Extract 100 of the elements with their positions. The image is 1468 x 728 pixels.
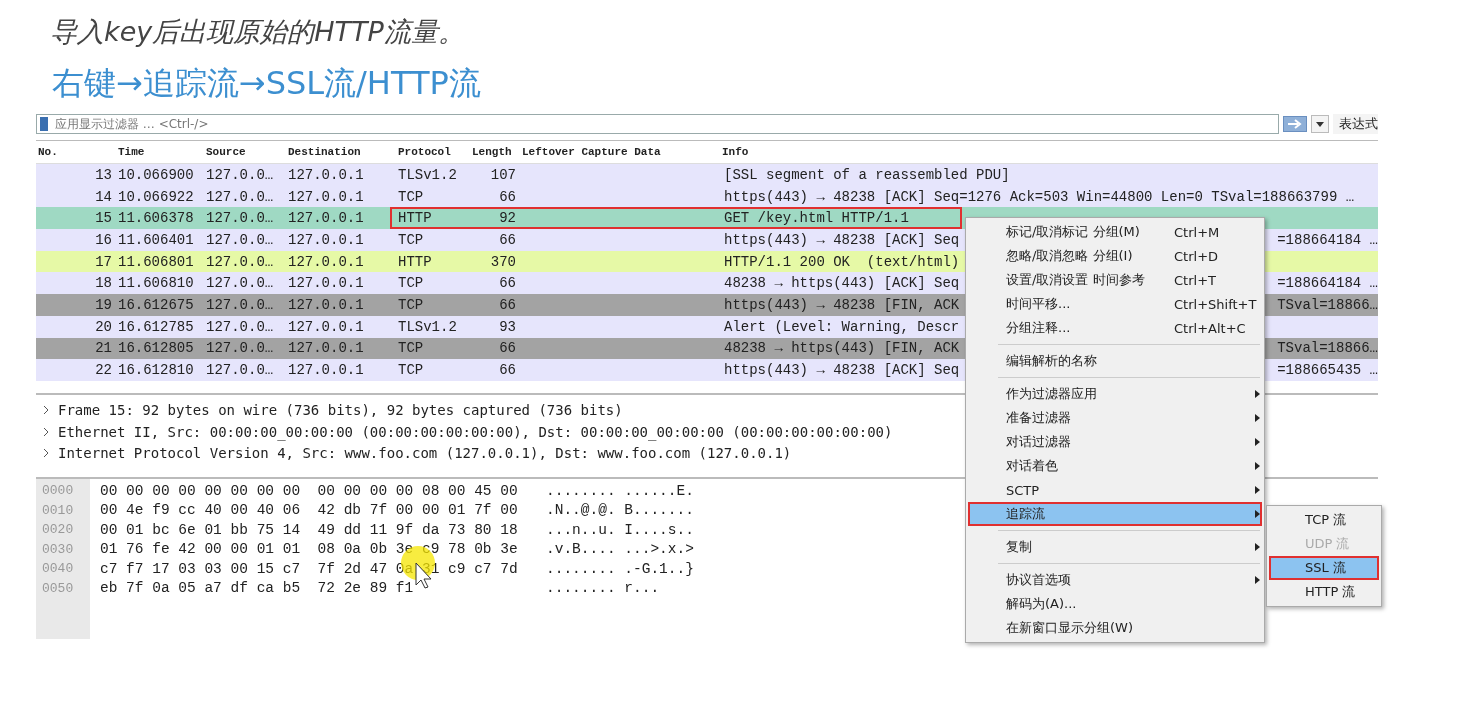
column-header[interactable]: Protocol bbox=[396, 146, 470, 158]
table-cell-text: 66 bbox=[498, 231, 517, 248]
table-cell-text: 127.0.0… bbox=[205, 340, 275, 357]
menu-item[interactable]: 对话过滤器 bbox=[968, 430, 1262, 454]
table-cell-text: 93 bbox=[498, 318, 517, 335]
byte-offset: 0000 bbox=[41, 482, 75, 501]
menu-item[interactable]: TCP 流 bbox=[1269, 508, 1379, 532]
menu-item[interactable]: 对话着色 bbox=[968, 454, 1262, 478]
menu-item[interactable]: 协议首选项 bbox=[968, 568, 1262, 592]
submenu-arrow-icon bbox=[1255, 390, 1260, 398]
table-cell-text: 127.0.0.1 bbox=[287, 296, 365, 313]
submenu-arrow-icon bbox=[1255, 543, 1260, 551]
byte-offset: 0030 bbox=[41, 540, 75, 559]
table-cell-text: 16.612785 bbox=[117, 318, 195, 335]
table-cell-text: 14 bbox=[94, 188, 113, 205]
table-cell-text: 127.0.0.1 bbox=[287, 318, 365, 335]
table-cell-text: 127.0.0… bbox=[205, 166, 275, 183]
table-cell-text: 370 bbox=[489, 253, 517, 270]
detail-line[interactable]: Internet Protocol Version 4, Src: www.foo.com (127.0.0.1), Dst: www.foo.com (127.0.0.1) bbox=[58, 445, 792, 462]
slide-subheading: 右键→追踪流→SSL流/HTTP流 bbox=[52, 63, 481, 104]
table-cell-text: TLSv1.2 bbox=[397, 318, 458, 335]
display-filter-field[interactable]: 应用显示过滤器 … <Ctrl-/> bbox=[36, 114, 1279, 134]
hex-bytes: 00 00 00 00 00 00 00 00 00 00 00 00 08 00 45 00 bbox=[100, 482, 519, 499]
hex-bytes: 01 76 fe 42 00 00 01 01 08 0a 0b 3e c9 78 0b 3e bbox=[100, 541, 519, 558]
packet-row[interactable]: 13 10.066900 127.0.0… 127.0.0.1 TLSv1.2 107 [SSL segment of a reassembled PDU] bbox=[36, 164, 1378, 186]
filter-history-dropdown[interactable] bbox=[1311, 115, 1329, 133]
table-cell-text: 127.0.0… bbox=[205, 275, 275, 292]
menu-item[interactable]: 准备过滤器 bbox=[968, 406, 1262, 430]
column-header[interactable]: Source bbox=[204, 146, 286, 158]
table-cell-text: TLSv1.2 bbox=[397, 166, 458, 183]
column-header[interactable]: Length bbox=[470, 146, 520, 158]
table-cell-text: https(443) → 48238 [FIN, ACK bbox=[723, 296, 960, 313]
table-cell-text: 66 bbox=[498, 362, 517, 379]
detail-line[interactable]: Ethernet II, Src: 00:00:00_00:00:00 (00:00:00:00:00:00), Dst: 00:00:00_00:00:00 (00:00:00:00:00:00) bbox=[58, 423, 893, 440]
table-cell-text: 16 bbox=[94, 231, 113, 248]
menu-item[interactable]: 追踪流 bbox=[968, 502, 1262, 526]
menu-item[interactable]: 在新窗口显示分组(W) bbox=[968, 616, 1262, 640]
table-cell-text: 127.0.0.1 bbox=[287, 362, 365, 379]
column-header[interactable]: Destination bbox=[286, 146, 396, 158]
menu-item[interactable]: HTTP 流 bbox=[1269, 580, 1379, 604]
packet-row[interactable]: 14 10.066922 127.0.0… 127.0.0.1 TCP 66 https(443) → 48238 [ACK] Seq=1276 Ack=503 Win=44800 Len=0 TSval=188663799 … bbox=[36, 185, 1378, 208]
table-cell-text: 66 bbox=[498, 340, 517, 357]
ascii-bytes: .N..@.@. B....... bbox=[546, 502, 694, 519]
table-cell-text: TCP bbox=[397, 231, 425, 248]
chevron-icon[interactable] bbox=[42, 427, 50, 436]
expression-button[interactable]: 表达式 bbox=[1333, 114, 1378, 134]
chevron-icon[interactable] bbox=[42, 405, 50, 414]
ascii-bytes: ...n..u. I....s.. bbox=[546, 521, 694, 538]
submenu-arrow-icon bbox=[1255, 510, 1260, 518]
bookmark-icon[interactable] bbox=[39, 117, 49, 131]
table-cell-text: 11.606810 bbox=[117, 275, 195, 292]
submenu-arrow-icon bbox=[1255, 438, 1260, 446]
table-cell-text: 13 bbox=[94, 166, 113, 183]
table-cell-text: 48238 → https(443) [FIN, ACK bbox=[723, 340, 960, 357]
table-cell-text: 127.0.0… bbox=[205, 362, 275, 379]
byte-offset: 0020 bbox=[41, 521, 75, 540]
column-header[interactable]: No. bbox=[36, 146, 116, 158]
ascii-bytes: .v.B.... ...>.x.> bbox=[546, 541, 694, 558]
table-cell-text: 10.066900 bbox=[117, 166, 195, 183]
table-cell-text: =188665435 … bbox=[1276, 362, 1378, 379]
table-cell-text: 127.0.0… bbox=[205, 253, 275, 270]
table-cell-text: https(443) → 48238 [ACK] Seq bbox=[723, 231, 960, 248]
table-cell-text: GET /key.html HTTP/1.1 bbox=[723, 210, 909, 227]
table-cell-text: 66 bbox=[498, 188, 517, 205]
table-cell-text: 20 bbox=[94, 318, 113, 335]
table-cell-text: 17 bbox=[94, 253, 113, 270]
column-header[interactable]: Leftover Capture Data bbox=[520, 146, 720, 158]
table-cell-text: 21 bbox=[94, 340, 113, 357]
ascii-bytes: ........ r... bbox=[546, 580, 660, 597]
submenu-arrow-icon bbox=[1255, 414, 1260, 422]
table-cell-text: HTTP bbox=[397, 253, 433, 270]
caret-icon bbox=[1316, 121, 1324, 127]
table-cell-text: 127.0.0.1 bbox=[287, 210, 365, 227]
table-cell-text: 127.0.0… bbox=[205, 231, 275, 248]
column-header[interactable]: Time bbox=[116, 146, 204, 158]
menu-item[interactable]: 分组注释... Ctrl+Alt+C bbox=[968, 316, 1262, 340]
table-cell-text: 127.0.0… bbox=[205, 296, 275, 313]
menu-item[interactable]: 作为过滤器应用 bbox=[968, 382, 1262, 406]
slide-heading: 导入key后出现原始的HTTP流量。 bbox=[50, 15, 465, 49]
menu-item[interactable]: 解码为(A)... bbox=[968, 592, 1262, 616]
menu-item[interactable]: 时间平移... Ctrl+Shift+T bbox=[968, 292, 1262, 316]
chevron-icon[interactable] bbox=[42, 449, 50, 458]
table-cell-text: 16.612675 bbox=[117, 296, 195, 313]
detail-line[interactable]: Frame 15: 92 bytes on wire (736 bits), 92 bytes captured (736 bits) bbox=[58, 401, 623, 418]
menu-item[interactable]: SSL 流 bbox=[1269, 556, 1379, 580]
table-cell-text: 11.606801 bbox=[117, 253, 195, 270]
column-header[interactable]: Info bbox=[720, 146, 1378, 158]
menu-item[interactable]: SCTP bbox=[968, 478, 1262, 502]
table-cell-text: 127.0.0… bbox=[205, 318, 275, 335]
table-cell-text: 22 bbox=[94, 362, 113, 379]
table-cell-text: TCP bbox=[397, 188, 425, 205]
table-cell-text: TSval=18866… bbox=[1276, 296, 1378, 313]
table-cell-text: 19 bbox=[94, 296, 113, 313]
table-cell-text: 15 bbox=[94, 210, 113, 227]
table-cell-text: TCP bbox=[397, 340, 425, 357]
table-cell-text: 127.0.0.1 bbox=[287, 275, 365, 292]
hex-bytes: eb 7f 0a 05 a7 df ca b5 72 2e 89 f1 bbox=[100, 580, 415, 597]
table-cell-text: TSval=18866… bbox=[1276, 340, 1378, 357]
table-cell-text: 11.606378 bbox=[117, 210, 195, 227]
menu-item[interactable]: 复制 bbox=[968, 535, 1262, 559]
